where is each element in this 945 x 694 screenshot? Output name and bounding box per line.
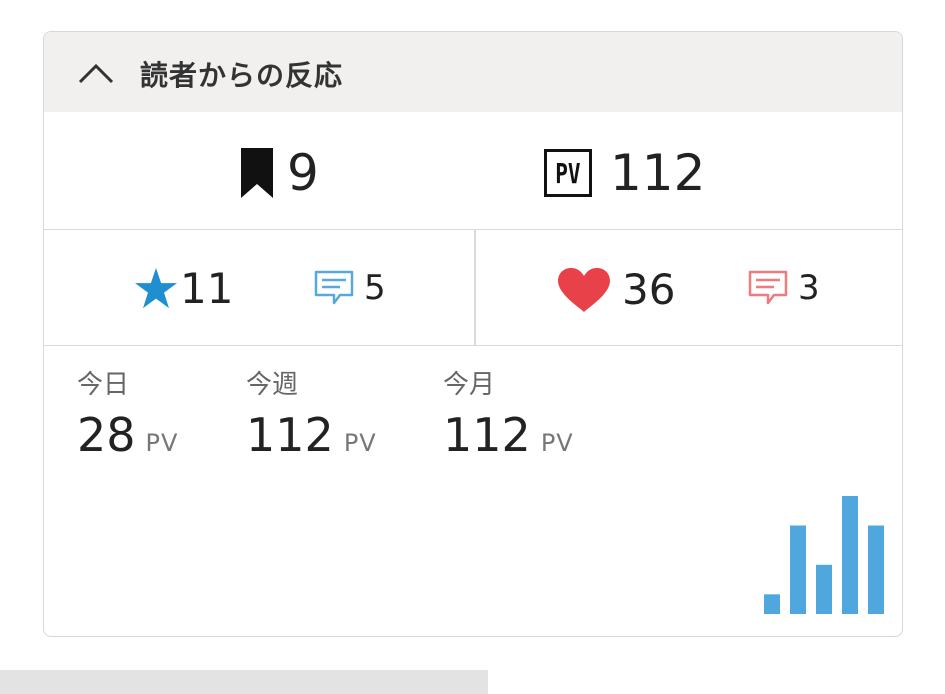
reactions-divider <box>474 230 476 345</box>
bottom-strip <box>0 670 488 694</box>
reactions-row: 11 5 36 3 <box>44 230 902 346</box>
card-title: 読者からの反応 <box>140 59 344 92</box>
chevron-up-icon[interactable] <box>76 58 116 88</box>
pageview-count: 112 <box>610 144 706 202</box>
reader-reactions-card: 読者からの反応 9 PV 112 11 5 36 3 今日 28 PV 今週 1… <box>43 31 903 637</box>
heart-icon <box>558 268 610 312</box>
star-count: 11 <box>180 264 234 313</box>
period-month: 今月 112 PV <box>443 372 574 458</box>
pv-bar[interactable] <box>790 525 806 615</box>
hatena-comment-stat[interactable]: 5 <box>314 270 386 306</box>
period-value: 112 <box>443 408 531 462</box>
period-unit: PV <box>343 429 377 457</box>
bookmark-stat[interactable]: 9 <box>241 148 319 198</box>
period-week: 今週 112 PV <box>246 372 377 458</box>
period-value: 28 <box>77 408 136 462</box>
bookmark-count: 9 <box>287 144 319 202</box>
other-comment-stat[interactable]: 3 <box>748 270 820 306</box>
totals-row: 9 PV 112 <box>44 112 902 230</box>
period-value: 112 <box>246 408 334 462</box>
hatena-comment-count: 5 <box>364 268 386 308</box>
pv-icon: PV <box>544 149 592 197</box>
star-icon <box>135 268 177 309</box>
pv-bar[interactable] <box>842 496 858 614</box>
comment-icon <box>748 270 788 305</box>
period-today: 今日 28 PV <box>77 372 178 458</box>
pv-bar[interactable] <box>764 594 780 614</box>
period-unit: PV <box>540 429 574 457</box>
period-unit: PV <box>145 429 179 457</box>
other-comment-count: 3 <box>798 268 820 308</box>
pageview-stat: PV 112 <box>544 148 705 198</box>
card-header[interactable]: 読者からの反応 <box>44 32 902 112</box>
period-label: 今週 <box>246 370 299 400</box>
period-label: 今月 <box>443 370 496 400</box>
comment-icon <box>314 270 354 305</box>
pv-icon-text: PV <box>555 156 581 190</box>
star-stat[interactable]: 11 <box>134 268 233 310</box>
pv-bar[interactable] <box>816 564 832 614</box>
bookmark-icon <box>241 148 273 198</box>
pv-bar[interactable] <box>868 525 884 615</box>
pv-bar-chart[interactable] <box>744 482 884 614</box>
like-count: 36 <box>622 265 676 314</box>
period-label: 今日 <box>77 370 130 400</box>
like-stat[interactable]: 36 <box>558 268 675 312</box>
